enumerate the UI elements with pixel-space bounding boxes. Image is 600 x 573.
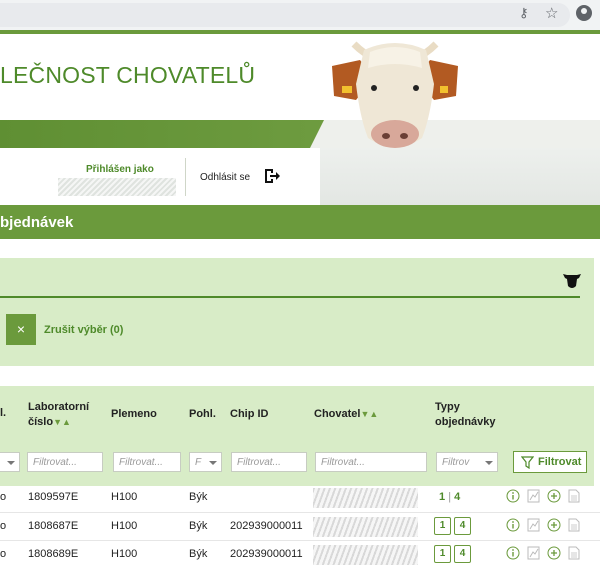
- column-header-lab-line1: Laboratorní: [28, 401, 90, 413]
- filter-panel-divider: [0, 296, 580, 298]
- info-icon[interactable]: [506, 489, 520, 503]
- filter-input-chip[interactable]: Filtrovat...: [231, 452, 307, 472]
- chart-icon[interactable]: [527, 518, 540, 532]
- order-type-separator: |: [448, 491, 452, 503]
- cell-lab-number: 1808689E: [28, 548, 79, 560]
- header-divider: [185, 158, 186, 196]
- cell-sex: Býk: [189, 520, 208, 532]
- filter-select-order-types[interactable]: Filtrov: [436, 452, 498, 472]
- order-type-link[interactable]: 1 | 4: [439, 491, 460, 503]
- clear-selection-label[interactable]: Zrušit výběr (0): [44, 324, 123, 336]
- column-header-lab-line2: číslo: [28, 416, 54, 428]
- chevron-down-icon: [209, 461, 217, 465]
- header-top-line: [0, 30, 600, 34]
- column-header-owner[interactable]: Chovatel▼▲: [314, 407, 378, 422]
- table-row[interactable]: o 1808689E H100 Býk 202939000011 1 4: [0, 540, 600, 569]
- add-circle-icon[interactable]: [547, 489, 561, 503]
- add-circle-icon[interactable]: [547, 546, 561, 560]
- cell-0: o: [0, 520, 7, 532]
- logged-in-label: Přihlášen jako: [86, 164, 154, 175]
- document-icon[interactable]: [568, 518, 580, 532]
- column-header-order-types[interactable]: Typy objednávky: [435, 400, 496, 430]
- order-type-badge[interactable]: 4: [454, 517, 471, 535]
- address-bar[interactable]: [0, 3, 570, 27]
- site-title: LEČNOST CHOVATELŮ: [0, 62, 256, 88]
- table-row[interactable]: o 1808687E H100 Býk 202939000011 1 4: [0, 512, 600, 541]
- sort-icon[interactable]: ▼▲: [53, 417, 71, 427]
- key-icon[interactable]: ⚷: [519, 6, 529, 21]
- document-icon[interactable]: [568, 546, 580, 560]
- cow-head-icon[interactable]: [562, 271, 582, 291]
- column-header-lab-number[interactable]: Laboratorní číslo▼▲: [28, 400, 89, 430]
- column-header-sex[interactable]: Pohl.: [189, 407, 216, 422]
- logout-link[interactable]: Odhlásit se: [200, 172, 250, 183]
- logged-in-user-redacted: [58, 178, 176, 196]
- chart-icon[interactable]: [527, 489, 540, 503]
- filter-button-label: Filtrovat: [538, 456, 582, 468]
- info-icon[interactable]: [506, 518, 520, 532]
- cell-lab-number: 1808687E: [28, 520, 79, 532]
- page-title: bjednávek: [0, 214, 74, 231]
- table-row[interactable]: o 1809597E H100 Býk 1 | 4: [0, 484, 600, 512]
- filter-panel: [0, 258, 594, 366]
- chevron-down-icon: [7, 461, 15, 465]
- filter-select-sex[interactable]: F: [189, 452, 222, 472]
- filter-button[interactable]: Filtrovat: [513, 451, 587, 473]
- order-type-badge[interactable]: 4: [454, 545, 471, 563]
- order-type-badge[interactable]: 1: [434, 545, 451, 563]
- filter-select-types-label: Filtrov: [442, 457, 470, 468]
- column-header-types-line2: objednávky: [435, 416, 496, 428]
- order-type-b[interactable]: 4: [454, 491, 460, 503]
- document-icon[interactable]: [568, 489, 580, 503]
- column-header-chip[interactable]: Chip ID: [230, 407, 269, 422]
- sort-icon[interactable]: ▼▲: [360, 409, 378, 419]
- cell-breed: H100: [111, 548, 138, 560]
- cell-owner-redacted: [313, 488, 418, 508]
- chart-icon[interactable]: [527, 546, 540, 560]
- column-header-owner-label: Chovatel: [314, 408, 361, 420]
- clear-selection-button[interactable]: ×: [6, 314, 36, 345]
- cell-sex: Býk: [189, 548, 208, 560]
- cell-breed: H100: [111, 491, 138, 503]
- filter-input-breed[interactable]: Filtrovat...: [113, 452, 181, 472]
- cell-owner-redacted: [313, 545, 418, 565]
- info-icon[interactable]: [506, 546, 520, 560]
- filter-input-lab-number[interactable]: Filtrovat...: [27, 452, 103, 472]
- chevron-down-icon: [485, 461, 493, 465]
- cell-sex: Býk: [189, 491, 208, 503]
- filter-select-sex-label: F: [195, 457, 202, 468]
- account-icon[interactable]: [576, 5, 592, 21]
- cell-breed: H100: [111, 520, 138, 532]
- cell-owner-redacted: [313, 517, 418, 537]
- logout-icon[interactable]: [263, 167, 281, 185]
- order-type-badge[interactable]: 1: [434, 517, 451, 535]
- cell-chip: 202939000011: [230, 548, 303, 560]
- funnel-icon: [521, 456, 534, 469]
- column-header-types-line1: Typy: [435, 401, 460, 413]
- cow-logo-image: [332, 41, 458, 148]
- add-circle-icon[interactable]: [547, 518, 561, 532]
- cell-chip: 202939000011: [230, 520, 303, 532]
- cell-lab-number: 1809597E: [28, 491, 79, 503]
- column-header-breed[interactable]: Plemeno: [111, 407, 157, 422]
- browser-toolbar: ⚷ ☆: [0, 0, 600, 30]
- filter-input-owner[interactable]: Filtrovat...: [315, 452, 427, 472]
- cell-0: o: [0, 491, 7, 503]
- section-title-bar: [0, 205, 600, 239]
- order-type-a[interactable]: 1: [439, 491, 445, 503]
- column-header-0[interactable]: l.: [0, 406, 6, 421]
- star-icon[interactable]: ☆: [545, 4, 558, 22]
- cell-0: o: [0, 548, 7, 560]
- filter-select-0[interactable]: [0, 452, 20, 472]
